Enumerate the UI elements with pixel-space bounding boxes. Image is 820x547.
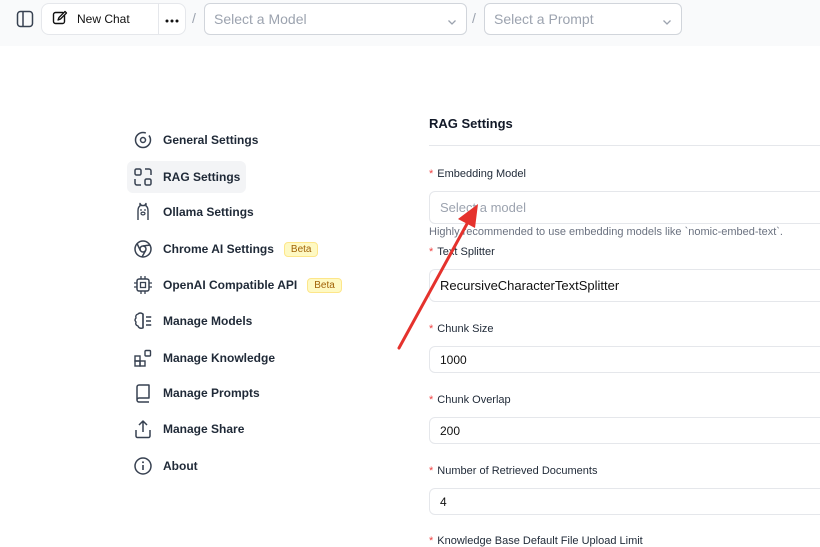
- sidebar-item-manage-knowledge[interactable]: Manage Knowledge: [127, 342, 285, 374]
- sidebar-item-label: OpenAI Compatible API: [163, 278, 298, 292]
- sidebar-item-label: About: [163, 459, 198, 473]
- book-icon: [133, 383, 153, 403]
- sidebar-item-label: Manage Knowledge: [163, 351, 276, 365]
- ellipsis-icon: [165, 10, 179, 28]
- sidebar-item-label: RAG Settings: [163, 170, 241, 184]
- edit-icon: [52, 10, 68, 29]
- chunk-size-input[interactable]: 1000: [429, 346, 820, 373]
- required-marker: *: [429, 535, 434, 547]
- sidebar-toggle-icon[interactable]: [14, 8, 36, 30]
- chevron-down-icon: [447, 14, 457, 30]
- model-select-placeholder: Select a Model: [214, 11, 307, 27]
- required-marker: *: [429, 246, 434, 258]
- new-chat-group: New Chat: [41, 3, 186, 35]
- prompt-select-placeholder: Select a Prompt: [494, 11, 594, 27]
- sidebar-item-about[interactable]: About: [127, 450, 208, 482]
- breadcrumb-separator: /: [192, 10, 196, 26]
- embedding-model-helper: Highly recommended to use embedding mode…: [429, 226, 783, 238]
- new-chat-label: New Chat: [77, 12, 130, 26]
- rag-icon: [133, 167, 153, 187]
- info-icon: [133, 456, 153, 476]
- share-icon: [133, 419, 153, 439]
- retrieved-docs-input[interactable]: 4: [429, 488, 820, 515]
- sidebar-item-label: General Settings: [163, 133, 259, 147]
- page-title: RAG Settings: [429, 116, 513, 131]
- sidebar-item-manage-prompts[interactable]: Manage Prompts: [127, 377, 270, 409]
- chunk-size-label: * Chunk Size: [429, 323, 494, 335]
- sidebar-item-manage-models[interactable]: Manage Models: [127, 305, 262, 337]
- chip-icon: [133, 275, 153, 295]
- embedding-model-placeholder: Select a model: [440, 200, 526, 215]
- retrieved-docs-label: * Number of Retrieved Documents: [429, 465, 598, 477]
- sidebar-item-manage-share[interactable]: Manage Share: [127, 413, 254, 445]
- required-marker: *: [429, 465, 434, 477]
- sidebar-item-chrome-ai-settings[interactable]: Chrome AI Settings Beta: [127, 233, 328, 265]
- chrome-icon: [133, 239, 153, 259]
- embedding-model-label: * Embedding Model: [429, 168, 526, 180]
- chunk-overlap-value: 200: [440, 423, 461, 438]
- sidebar-item-rag-settings[interactable]: RAG Settings: [127, 161, 246, 193]
- chunk-size-value: 1000: [440, 352, 467, 367]
- blocks-icon: [133, 348, 153, 368]
- required-marker: *: [429, 168, 434, 180]
- beta-badge: Beta: [307, 277, 342, 293]
- more-options-button[interactable]: [159, 4, 185, 34]
- sidebar-item-label: Manage Share: [163, 422, 245, 436]
- top-bar: New Chat / Select a Model / Select a Pro…: [0, 0, 820, 46]
- text-splitter-label: * Text Splitter: [429, 246, 495, 258]
- sidebar-item-label: Manage Models: [163, 314, 253, 328]
- retrieved-docs-value: 4: [440, 494, 447, 509]
- text-splitter-value: RecursiveCharacterTextSplitter: [440, 278, 620, 293]
- new-chat-button[interactable]: New Chat: [42, 4, 159, 34]
- llama-icon: [133, 202, 153, 222]
- beta-badge: Beta: [283, 241, 319, 257]
- sidebar-item-general-settings[interactable]: General Settings: [127, 124, 268, 156]
- required-marker: *: [429, 394, 434, 406]
- sidebar-item-label: Ollama Settings: [163, 205, 254, 219]
- prompt-select[interactable]: Select a Prompt: [484, 3, 682, 35]
- upload-limit-label: * Knowledge Base Default File Upload Limi…: [429, 535, 643, 547]
- text-splitter-select[interactable]: RecursiveCharacterTextSplitter: [429, 269, 820, 302]
- gear-icon: [133, 130, 153, 150]
- chunk-overlap-input[interactable]: 200: [429, 417, 820, 444]
- breadcrumb-separator: /: [472, 10, 476, 26]
- model-select[interactable]: Select a Model: [204, 3, 467, 35]
- brain-icon: [133, 311, 153, 331]
- sidebar-item-openai-compatible-api[interactable]: OpenAI Compatible API Beta: [127, 269, 352, 301]
- chunk-overlap-label: * Chunk Overlap: [429, 394, 511, 406]
- required-marker: *: [429, 323, 434, 335]
- divider: [429, 145, 820, 146]
- embedding-model-select[interactable]: Select a model: [429, 191, 820, 224]
- sidebar-item-ollama-settings[interactable]: Ollama Settings: [127, 196, 264, 228]
- chevron-down-icon: [662, 14, 672, 30]
- sidebar-item-label: Chrome AI Settings: [163, 242, 274, 256]
- sidebar-item-label: Manage Prompts: [163, 386, 260, 400]
